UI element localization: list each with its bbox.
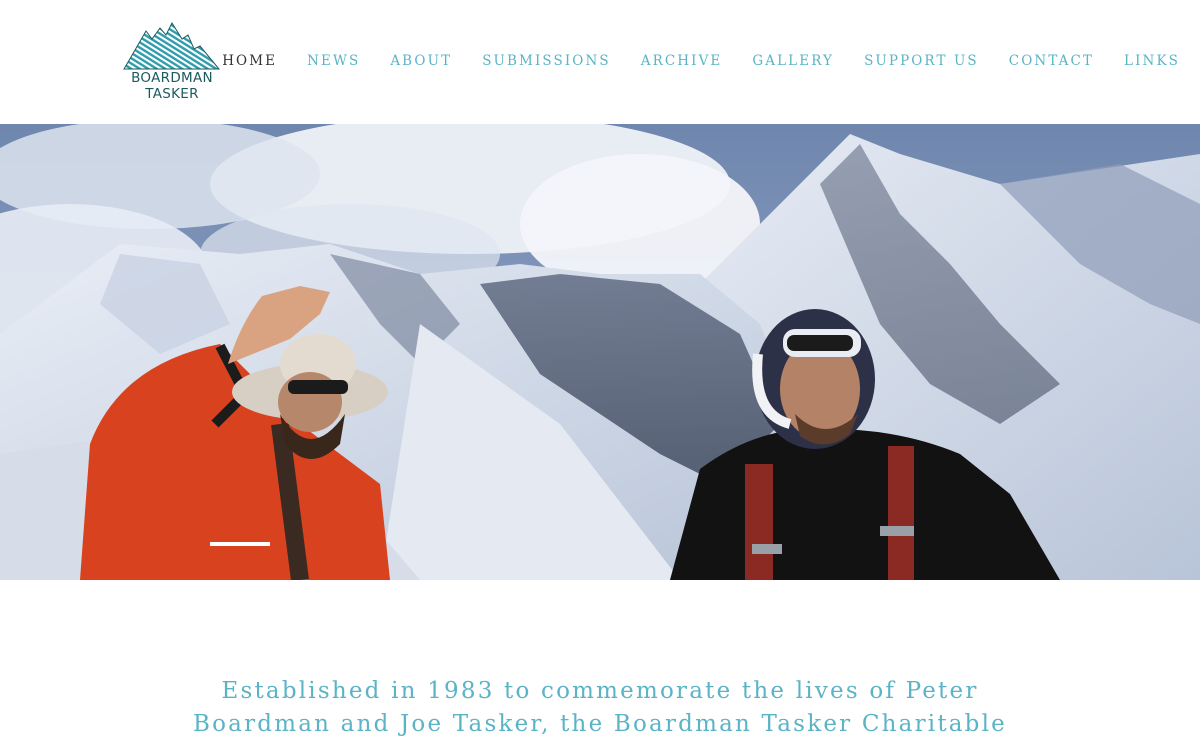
main-nav: HOME NEWS ABOUT SUBMISSIONS ARCHIVE GALL…: [222, 52, 1180, 70]
site-logo[interactable]: BOARDMAN TASKER: [122, 22, 222, 104]
hero-image: [0, 124, 1200, 580]
nav-links[interactable]: LINKS: [1124, 52, 1180, 70]
nav-home[interactable]: HOME: [222, 52, 277, 70]
logo-line-tasker: TASKER: [145, 86, 199, 102]
intro-text: Established in 1983 to commemorate the l…: [193, 678, 1007, 737]
hero-photo-mountaineers: [0, 124, 1200, 580]
nav-news[interactable]: NEWS: [307, 52, 360, 70]
site-header: BOARDMAN TASKER HOME NEWS ABOUT SUBMISSI…: [0, 0, 1200, 124]
nav-archive[interactable]: ARCHIVE: [641, 52, 723, 70]
nav-contact[interactable]: CONTACT: [1009, 52, 1094, 70]
nav-submissions[interactable]: SUBMISSIONS: [482, 52, 611, 70]
logo-line-boardman: BOARDMAN: [131, 70, 213, 86]
mountain-logo-icon: [123, 22, 221, 70]
nav-about[interactable]: ABOUT: [390, 52, 452, 70]
nav-gallery[interactable]: GALLERY: [752, 52, 834, 70]
nav-support-us[interactable]: SUPPORT US: [864, 52, 979, 70]
